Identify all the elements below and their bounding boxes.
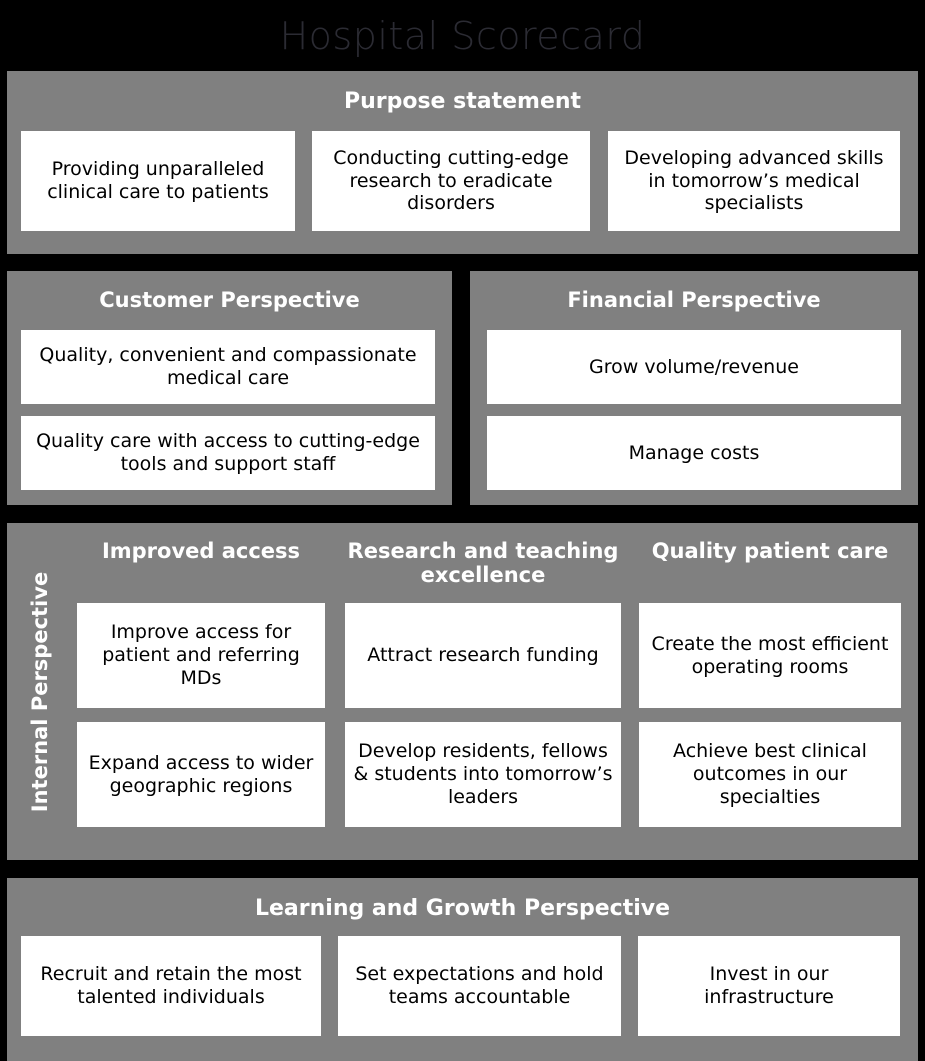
learning-card: Invest in our infrastructure xyxy=(638,936,900,1036)
internal-perspective-panel: Internal Perspective Improved access Res… xyxy=(7,523,918,860)
financial-perspective-heading: Financial Perspective xyxy=(567,288,821,312)
internal-card: Improve access for patient and referring… xyxy=(77,603,325,708)
internal-card: Expand access to wider geographic region… xyxy=(77,722,325,827)
financial-card: Grow volume/revenue xyxy=(487,330,901,404)
customer-card: Quality care with access to cutting-edge… xyxy=(21,416,435,490)
internal-perspective-label-text: Internal Perspective xyxy=(28,571,53,812)
title-bar: Hospital Scorecard xyxy=(0,0,925,71)
learning-card: Set expectations and hold teams accounta… xyxy=(338,936,621,1036)
financial-card: Manage costs xyxy=(487,416,901,490)
financial-perspective-panel: Financial Perspective Grow volume/revenu… xyxy=(470,271,918,505)
internal-card: Develop residents, fellows & students in… xyxy=(345,722,621,827)
page-title: Hospital Scorecard xyxy=(279,13,646,58)
customer-perspective-heading: Customer Perspective xyxy=(99,288,360,312)
customer-card: Quality, convenient and compassionate me… xyxy=(21,330,435,404)
internal-column-heading: Improved access xyxy=(101,539,301,563)
learning-card: Recruit and retain the most talented ind… xyxy=(21,936,321,1036)
internal-perspective-label: Internal Perspective xyxy=(17,523,63,860)
internal-column-heading: Quality patient care xyxy=(651,539,889,563)
purpose-statement-heading: Purpose statement xyxy=(343,89,582,114)
internal-column-heading: Research and teaching excellence xyxy=(347,539,619,587)
learning-growth-heading: Learning and Growth Perspective xyxy=(254,896,671,921)
internal-card: Achieve best clinical outcomes in our sp… xyxy=(639,722,901,827)
purpose-card: Conducting cutting-edge research to erad… xyxy=(312,131,590,231)
purpose-card: Developing advanced skills in tomorrow’s… xyxy=(608,131,900,231)
internal-card: Attract research funding xyxy=(345,603,621,708)
customer-perspective-panel: Customer Perspective Quality, convenient… xyxy=(7,271,452,505)
internal-card: Create the most efficient operating room… xyxy=(639,603,901,708)
purpose-card: Providing unparalleled clinical care to … xyxy=(21,131,295,231)
learning-growth-perspective-panel: Learning and Growth Perspective Recruit … xyxy=(7,878,918,1061)
purpose-statement-panel: Purpose statement Providing unparalleled… xyxy=(7,71,918,254)
